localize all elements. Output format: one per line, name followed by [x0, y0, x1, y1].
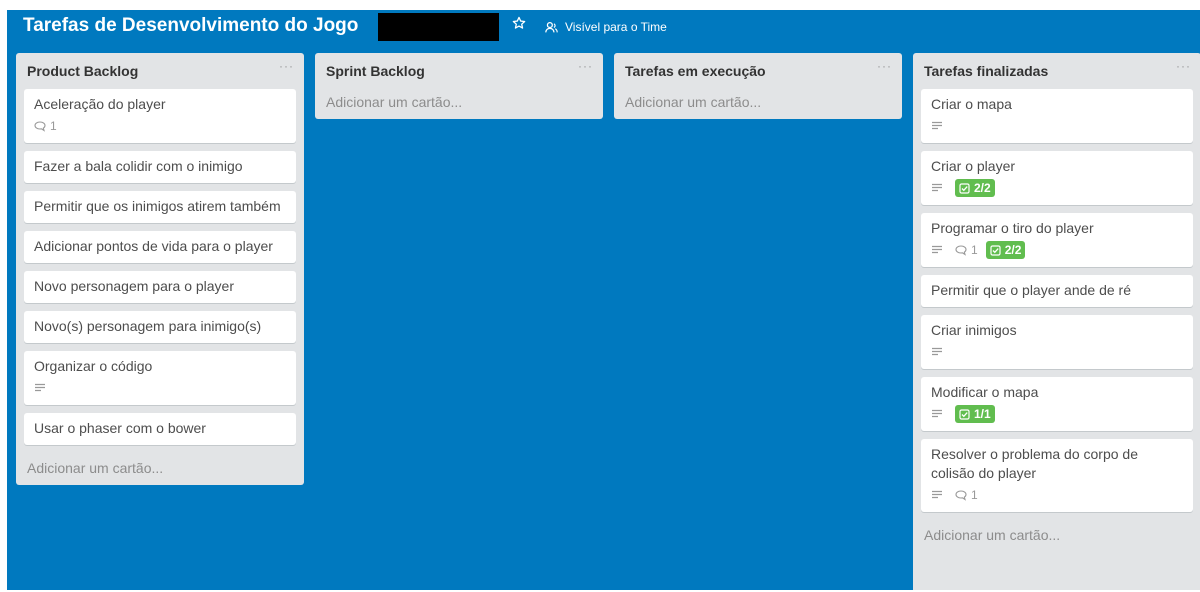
- card-badges: 1: [931, 485, 1185, 505]
- card[interactable]: Criar o mapa: [921, 89, 1193, 143]
- card-title: Programar o tiro do player: [931, 220, 1094, 236]
- list-title[interactable]: Product Backlog: [27, 63, 138, 79]
- board-title[interactable]: Tarefas de Desenvolvimento do Jogo: [23, 15, 358, 37]
- list-menu-button[interactable]: ···: [877, 59, 892, 73]
- card-badges: 1: [34, 116, 288, 136]
- card-title: Permitir que os inimigos atirem também: [34, 198, 281, 214]
- redacted-block: [378, 13, 499, 41]
- team-icon: [545, 21, 558, 32]
- list-tarefas-em-execucao: Tarefas em execução ··· Adicionar um car…: [614, 53, 902, 119]
- checklist-count: 2/2: [974, 180, 991, 195]
- card-title: Novo personagem para o player: [34, 278, 235, 294]
- comment-count: 1: [50, 118, 57, 133]
- comment-count: 1: [971, 242, 978, 257]
- card-title: Resolver o problema do corpo de colisão …: [931, 446, 1139, 481]
- list-header: Tarefas em execução ···: [614, 53, 902, 89]
- add-card-button[interactable]: Adicionar um cartão...: [16, 453, 304, 485]
- list-sprint-backlog: Sprint Backlog ··· Adicionar um cartão..…: [315, 53, 603, 119]
- card-title: Fazer a bala colidir com o inimigo: [34, 158, 243, 174]
- checklist-icon: [990, 244, 1001, 256]
- checklist-badge: 1/1: [955, 405, 995, 423]
- card[interactable]: Resolver o problema do corpo de colisão …: [921, 439, 1193, 512]
- card[interactable]: Criar o player 2/2: [921, 151, 1193, 205]
- card[interactable]: Novo personagem para o player: [24, 271, 296, 303]
- card-badges: [931, 116, 1185, 136]
- card[interactable]: Permitir que os inimigos atirem também: [24, 191, 296, 223]
- checklist-icon: [959, 182, 970, 194]
- list-product-backlog: Product Backlog ··· Aceleração do player…: [16, 53, 304, 485]
- card-badges: 1/1: [931, 404, 1185, 424]
- card-badges: 2/2: [931, 178, 1185, 198]
- visibility-label: Visível para o Time: [565, 20, 667, 34]
- list-title[interactable]: Tarefas finalizadas: [924, 63, 1048, 79]
- list-header: Product Backlog ···: [16, 53, 304, 89]
- card-title: Organizar o código: [34, 358, 153, 374]
- description-icon: [931, 183, 947, 193]
- card-title: Permitir que o player ande de ré: [931, 282, 1131, 298]
- card[interactable]: Programar o tiro do player 1 2/2: [921, 213, 1193, 267]
- comment-badge: 1: [34, 117, 57, 136]
- list-menu-button[interactable]: ···: [1176, 59, 1191, 73]
- add-card-button[interactable]: Adicionar um cartão...: [614, 89, 902, 119]
- card-title: Aceleração do player: [34, 96, 166, 112]
- card-title: Novo(s) personagem para inimigo(s): [34, 318, 262, 334]
- board-header: Tarefas de Desenvolvimento do Jogo Visív…: [7, 10, 1200, 46]
- card-badges: [34, 378, 288, 398]
- comment-badge: 1: [955, 241, 978, 260]
- description-icon: [931, 245, 947, 255]
- card[interactable]: Usar o phaser com o bower: [24, 413, 296, 445]
- list-title[interactable]: Sprint Backlog: [326, 63, 425, 79]
- add-card-button[interactable]: Adicionar um cartão...: [315, 89, 603, 119]
- comment-icon: [34, 120, 46, 132]
- description-icon: [931, 347, 947, 357]
- card-badges: 1 2/2: [931, 240, 1185, 260]
- card-badges: [931, 342, 1185, 362]
- description-icon: [931, 409, 947, 419]
- card-title: Criar o mapa: [931, 96, 1012, 112]
- card[interactable]: Permitir que o player ande de ré: [921, 275, 1193, 307]
- checklist-icon: [959, 408, 970, 420]
- card[interactable]: Adicionar pontos de vida para o player: [24, 231, 296, 263]
- card[interactable]: Criar inimigos: [921, 315, 1193, 369]
- description-icon: [931, 490, 947, 500]
- card-title: Criar o player: [931, 158, 1016, 174]
- list-menu-button[interactable]: ···: [578, 59, 593, 73]
- star-icon[interactable]: [510, 16, 528, 36]
- card-title: Criar inimigos: [931, 322, 1017, 338]
- card-title: Usar o phaser com o bower: [34, 420, 206, 436]
- card[interactable]: Modificar o mapa 1/1: [921, 377, 1193, 431]
- add-card-button[interactable]: Adicionar um cartão...: [913, 520, 1200, 552]
- card[interactable]: Organizar o código: [24, 351, 296, 405]
- card[interactable]: Fazer a bala colidir com o inimigo: [24, 151, 296, 183]
- card-title: Modificar o mapa: [931, 384, 1039, 400]
- board-canvas: Tarefas de Desenvolvimento do Jogo Visív…: [7, 10, 1200, 590]
- description-icon: [931, 121, 947, 131]
- checklist-count: 2/2: [1004, 242, 1022, 257]
- visibility-button[interactable]: Visível para o Time: [545, 17, 667, 37]
- list-header: Sprint Backlog ···: [315, 53, 603, 89]
- comment-icon: [955, 244, 967, 256]
- checklist-badge: 2/2: [985, 241, 1026, 259]
- card[interactable]: Aceleração do player 1: [24, 89, 296, 143]
- list-header: Tarefas finalizadas ···: [913, 53, 1200, 89]
- list-title[interactable]: Tarefas em execução: [625, 63, 766, 79]
- card-title: Adicionar pontos de vida para o player: [34, 238, 273, 254]
- comment-badge: 1: [955, 486, 978, 505]
- card[interactable]: Novo(s) personagem para inimigo(s): [24, 311, 296, 343]
- list-menu-button[interactable]: ···: [279, 59, 294, 73]
- description-icon: [34, 383, 50, 393]
- list-tarefas-finalizadas: Tarefas finalizadas ··· Criar o mapa Cri…: [913, 53, 1200, 590]
- comment-count: 1: [971, 487, 978, 502]
- checklist-count: 1/1: [974, 406, 991, 421]
- checklist-badge: 2/2: [955, 179, 995, 197]
- comment-icon: [955, 489, 967, 501]
